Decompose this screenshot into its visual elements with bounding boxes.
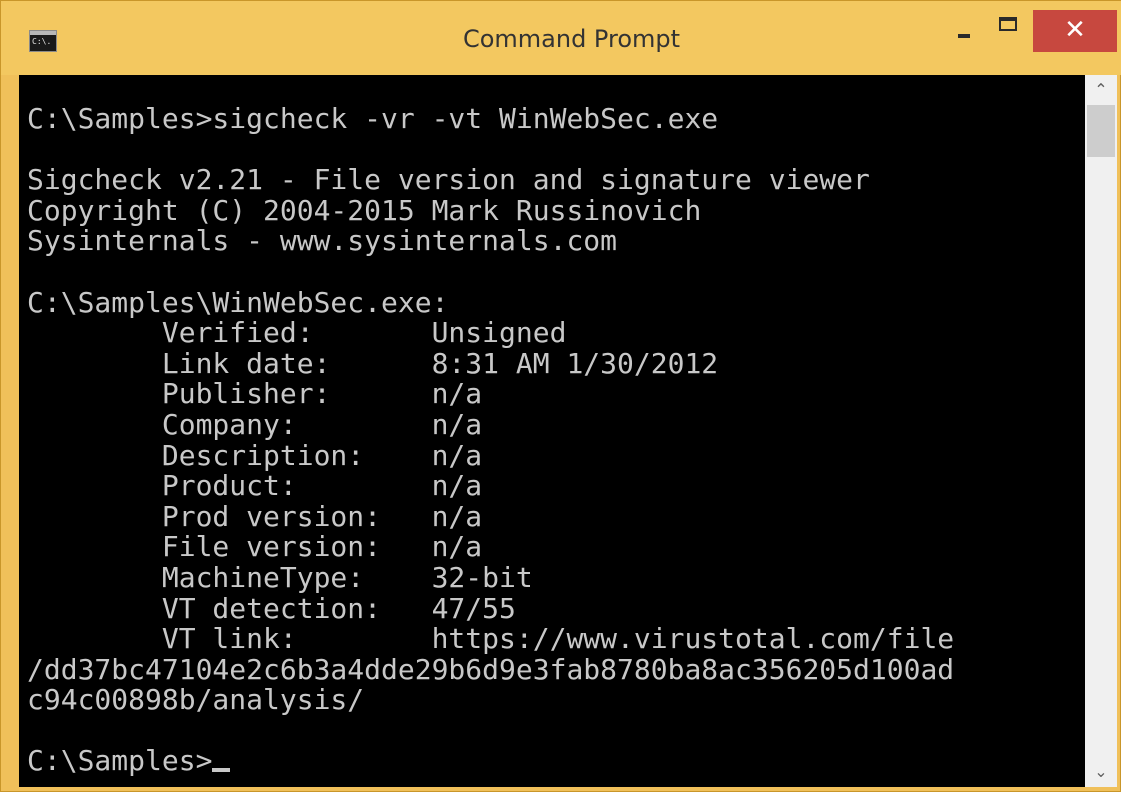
vertical-scrollbar[interactable]: ⌃ ⌄ [1085, 75, 1117, 787]
console-line: c94c00898b/analysis/ [27, 683, 365, 717]
console-output[interactable]: C:\Samples>sigcheck -vr -vt WinWebSec.ex… [19, 75, 1085, 787]
title-bar[interactable]: C:\. Command Prompt ✕ [1, 1, 1121, 75]
minimize-icon [958, 34, 970, 38]
console-line: C:\Samples\WinWebSec.exe: [27, 285, 449, 319]
prompt-line[interactable]: C:\Samples> [27, 746, 954, 777]
maximize-icon [999, 17, 1017, 31]
maximize-button[interactable] [987, 11, 1031, 51]
console-line: Company: n/a [27, 407, 483, 441]
console-text: C:\Samples>sigcheck -vr -vt WinWebSec.ex… [27, 102, 955, 777]
console-line: C:\Samples>sigcheck -vr -vt WinWebSec.ex… [27, 102, 719, 135]
scroll-up-arrow-icon[interactable]: ⌃ [1085, 75, 1117, 105]
console-line: Sysinternals - www.sysinternals.com [27, 224, 618, 258]
close-button[interactable]: ✕ [1033, 10, 1117, 52]
console-line: File version: n/a [27, 530, 483, 564]
console-line: Copyright (C) 2004-2015 Mark Russinovich [27, 193, 702, 227]
text-cursor [212, 768, 231, 773]
prompt-text: C:\Samples> [27, 744, 213, 778]
console-line: VT link: https://www.virustotal.com/file [27, 622, 955, 656]
close-icon: ✕ [1064, 15, 1086, 45]
scroll-down-arrow-icon[interactable]: ⌄ [1085, 757, 1117, 787]
console-line: Prod version: n/a [27, 499, 483, 533]
console-line: Sigcheck v2.21 - File version and signat… [27, 163, 870, 197]
console-line: Description: n/a [27, 438, 483, 472]
console-line: MachineType: 32-bit [27, 560, 533, 594]
scroll-thumb[interactable] [1087, 105, 1115, 157]
command-prompt-window: C:\. Command Prompt ✕ C:\Samples>sigchec… [0, 0, 1121, 792]
console-line: VT detection: 47/55 [27, 591, 516, 625]
console-line: /dd37bc47104e2c6b3a4dde29b6d9e3fab8780ba… [27, 652, 955, 686]
console-line: Link date: 8:31 AM 1/30/2012 [27, 346, 719, 380]
console-line: Verified: Unsigned [27, 316, 567, 350]
minimize-button[interactable] [941, 11, 985, 51]
console-line: Product: n/a [27, 469, 483, 503]
console-line: Publisher: n/a [27, 377, 483, 411]
